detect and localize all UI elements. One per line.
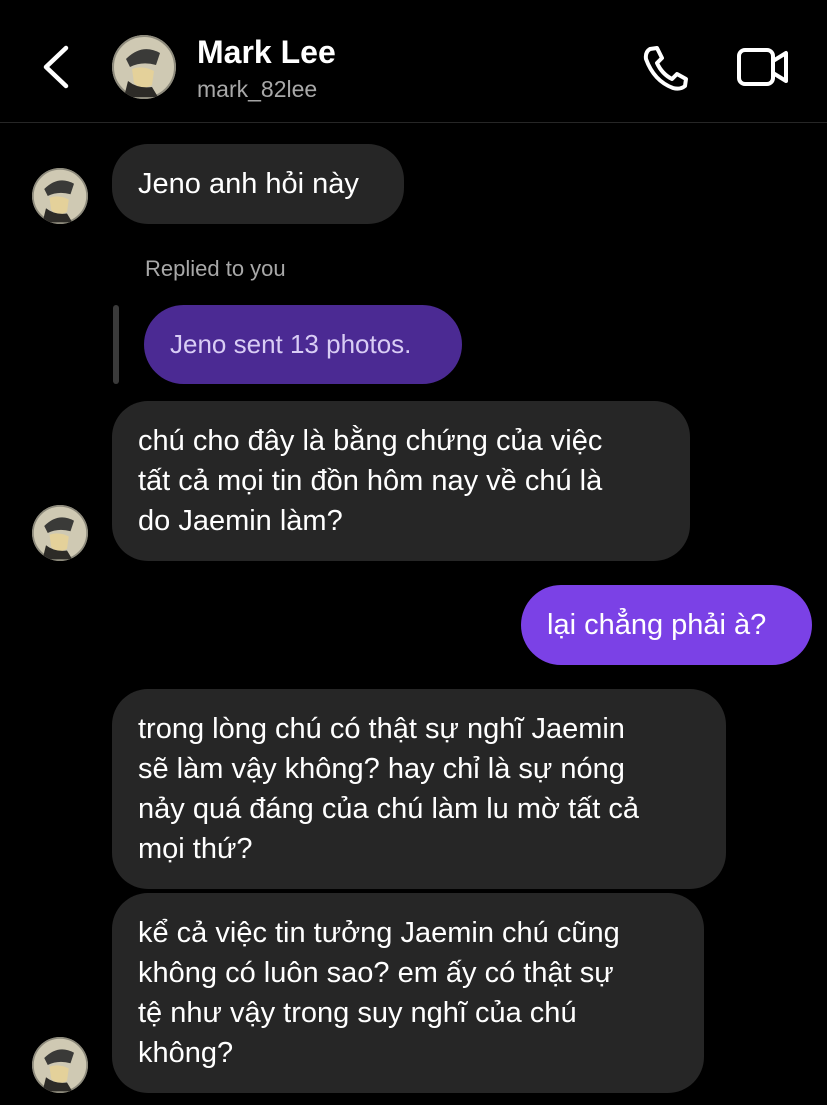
quoted-message[interactable]: Jeno sent 13 photos. (144, 305, 462, 384)
avatar[interactable] (112, 35, 176, 99)
message-bubble-incoming[interactable]: chú cho đây là bằng chứng của việc tất c… (112, 401, 690, 561)
message-bubble-incoming[interactable]: trong lòng chú có thật sự nghĩ Jaemin sẽ… (112, 689, 726, 889)
avatar[interactable] (32, 505, 88, 561)
message-text: Jeno anh hỏi này (138, 168, 359, 200)
chat-header: Mark Lee mark_82lee (0, 0, 827, 123)
message-bubble-incoming[interactable]: Jeno anh hỏi này (112, 144, 404, 224)
phone-icon[interactable] (640, 44, 690, 92)
message-text: chú cho đây là bằng chứng của việc tất c… (138, 425, 603, 537)
contact-username[interactable]: mark_82lee (197, 76, 317, 103)
message-bubble-outgoing[interactable]: lại chẳng phải à? (521, 585, 812, 665)
reply-label: Replied to you (145, 256, 286, 281)
contact-name[interactable]: Mark Lee (197, 34, 336, 71)
message-text: kể cả việc tin tưởng Jaemin chú cũng khô… (138, 917, 620, 1069)
video-call-icon[interactable] (736, 45, 790, 89)
message-text: trong lòng chú có thật sự nghĩ Jaemin sẽ… (138, 713, 640, 865)
back-icon[interactable] (38, 44, 74, 90)
message-text: lại chẳng phải à? (547, 609, 767, 641)
avatar[interactable] (32, 1037, 88, 1093)
message-bubble-incoming[interactable]: kể cả việc tin tưởng Jaemin chú cũng khô… (112, 893, 704, 1093)
avatar[interactable] (32, 168, 88, 224)
reply-indicator-bar (113, 305, 119, 384)
